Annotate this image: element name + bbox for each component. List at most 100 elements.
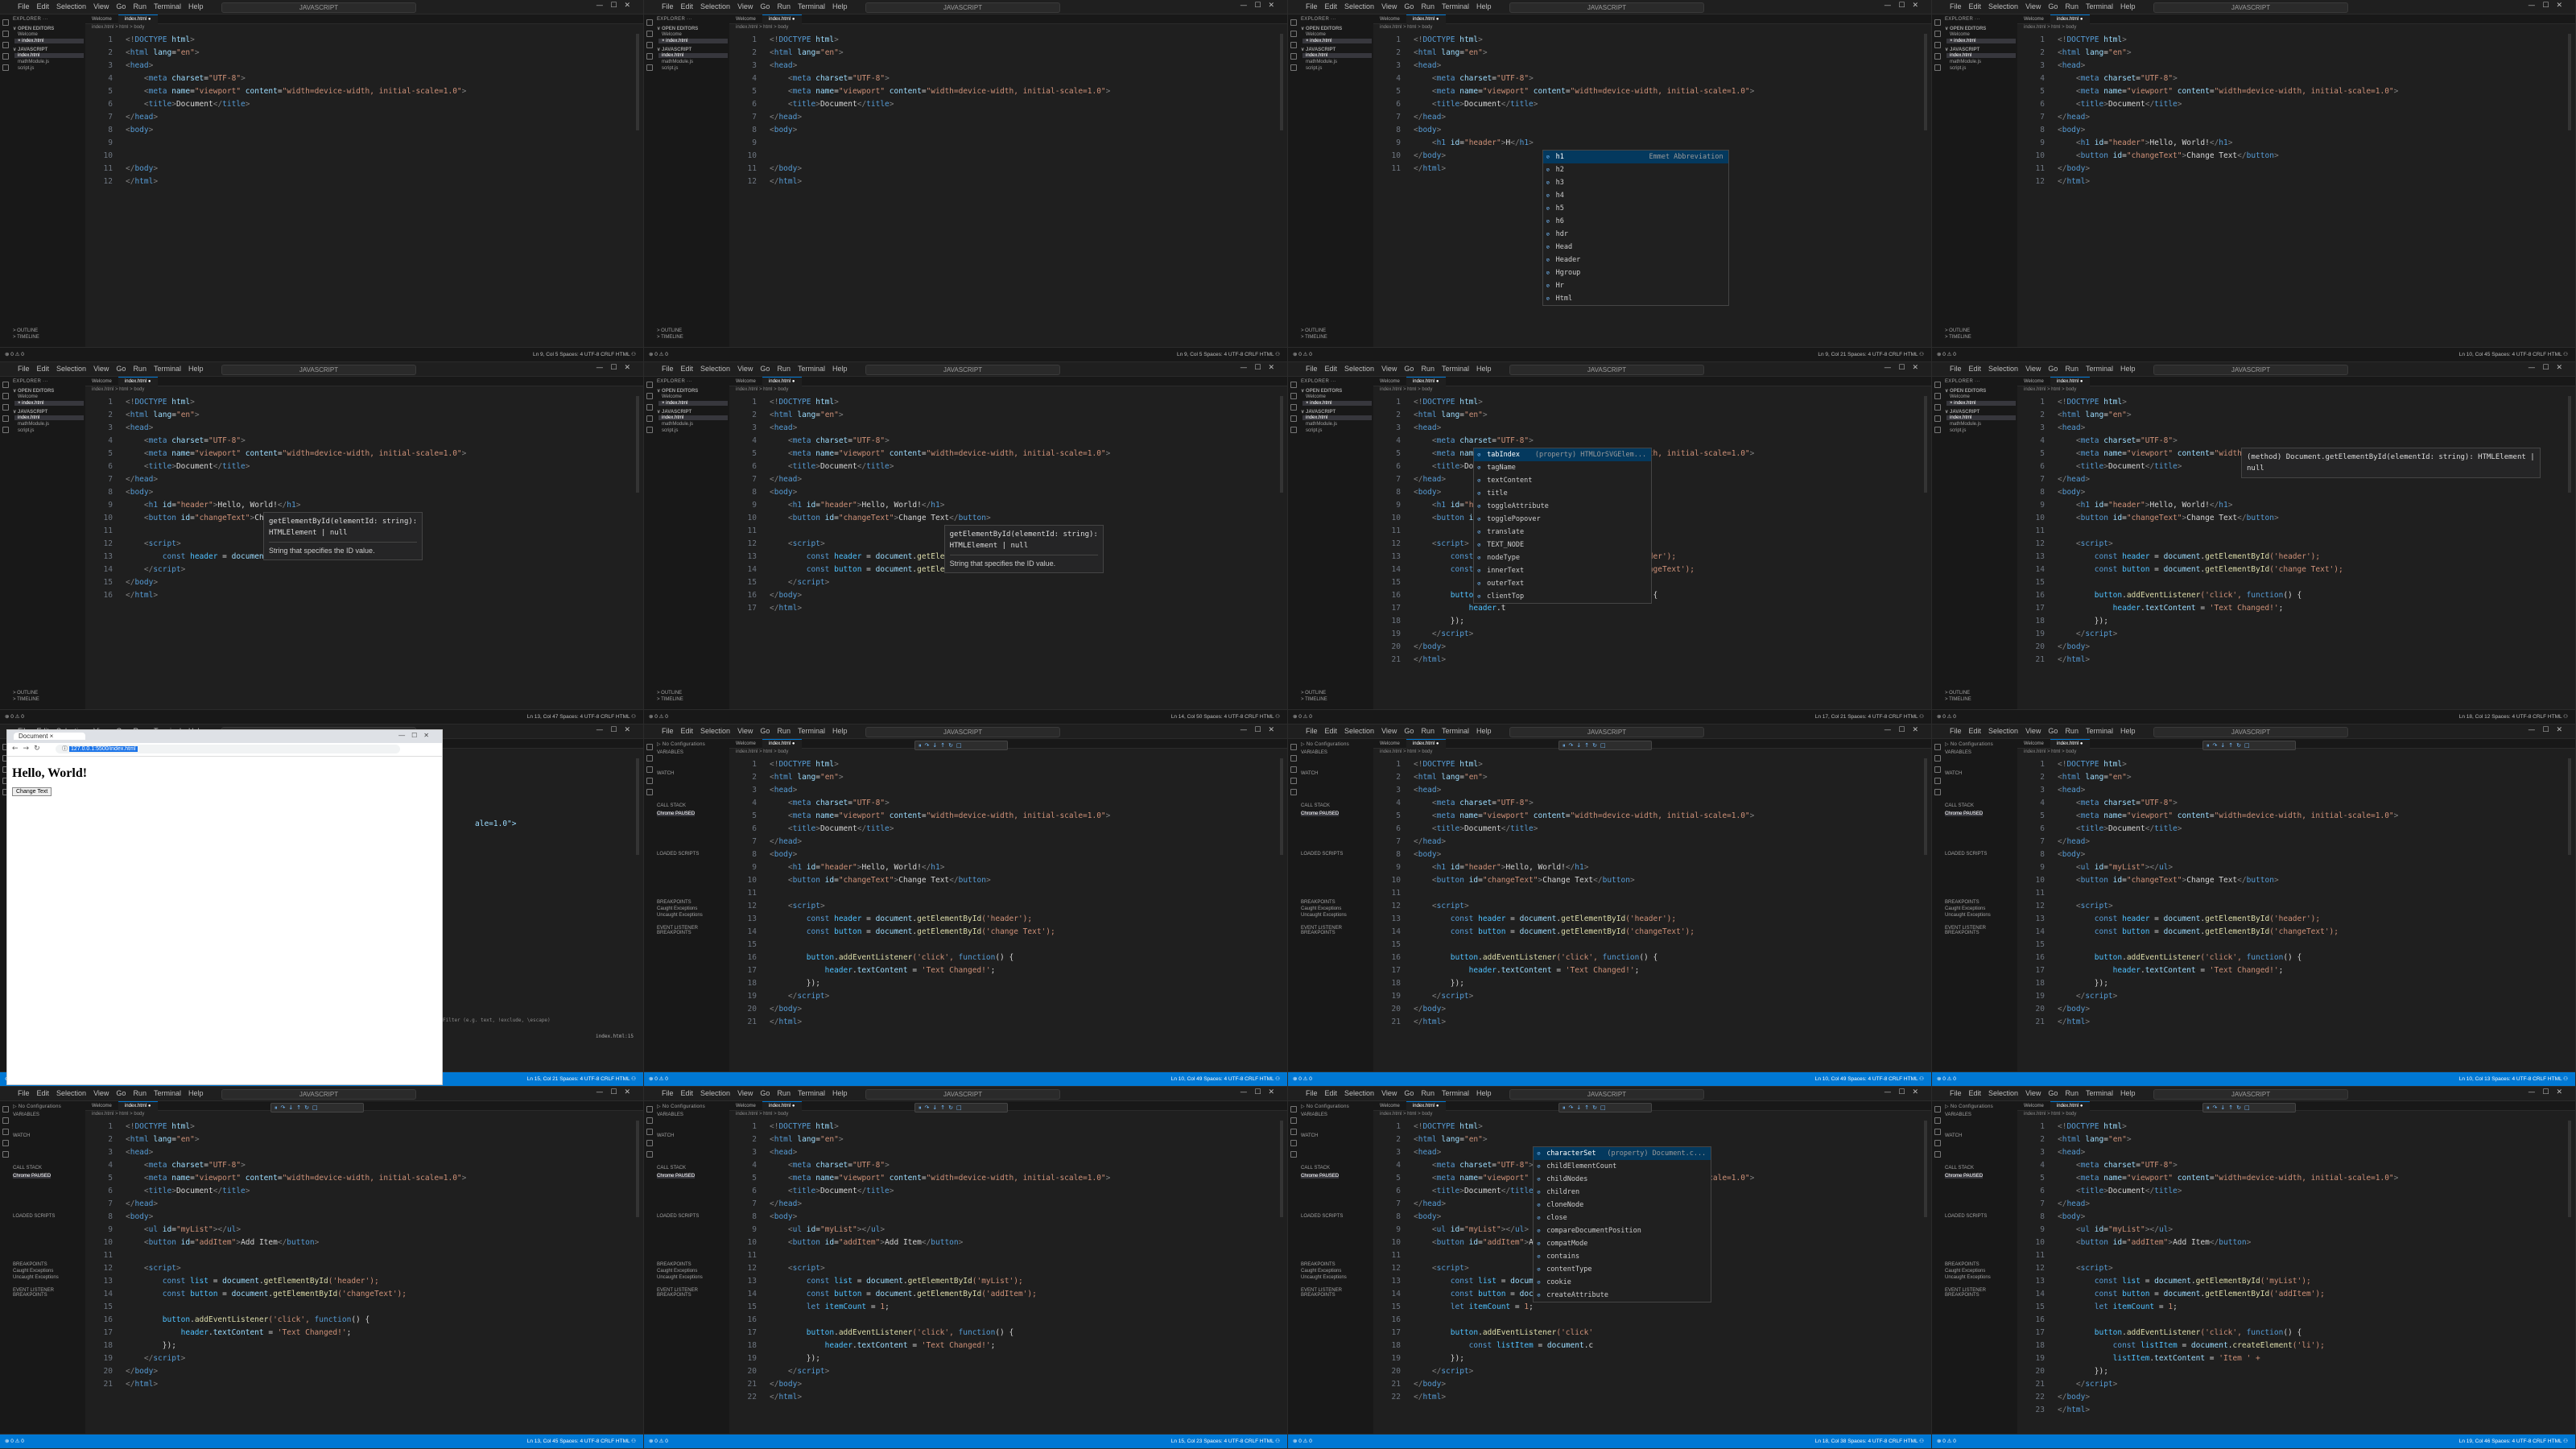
explorer-icon[interactable] xyxy=(646,19,653,26)
menu-item[interactable]: Go xyxy=(1404,365,1414,373)
suggest-item[interactable]: tabIndex(property) HTMLOrSVGElem... xyxy=(1474,448,1652,461)
status-problems[interactable]: ⊗ 0 ⚠ 0 xyxy=(649,1075,668,1082)
timeline-section[interactable]: > TIMELINE xyxy=(1945,335,1971,340)
menu-item[interactable]: Run xyxy=(1421,727,1435,735)
menu-item[interactable]: Help xyxy=(1476,365,1492,373)
debug-config-select[interactable]: ▷ No Configurations xyxy=(13,1104,61,1109)
run-debug-icon[interactable] xyxy=(1934,415,1941,422)
run-debug-icon[interactable] xyxy=(1290,53,1297,60)
scrollbar-slider[interactable] xyxy=(2568,34,2571,130)
menu-item[interactable]: File xyxy=(1950,727,1962,735)
tab-welcome[interactable]: Welcome xyxy=(729,1102,762,1111)
menu-item[interactable]: Edit xyxy=(681,2,694,10)
debug-section-7[interactable]: EVENT LISTENER BREAKPOINTS xyxy=(13,1288,85,1298)
status-problems[interactable]: ⊗ 0 ⚠ 0 xyxy=(1293,351,1312,357)
debug-section-6[interactable]: Uncaught Exceptions xyxy=(1301,1275,1347,1280)
tab-welcome[interactable]: Welcome xyxy=(1373,1102,1406,1111)
window-controls[interactable]: —☐✕ xyxy=(1240,364,1282,372)
scrollbar-slider[interactable] xyxy=(1280,34,1283,130)
status-position[interactable]: Ln 13, Col 45 Spaces: 4 UTF-8 CRLF HTML … xyxy=(527,1438,636,1444)
status-problems[interactable]: ⊗ 0 ⚠ 0 xyxy=(5,713,24,720)
menu-item[interactable]: Edit xyxy=(37,365,50,373)
menu-item[interactable]: Edit xyxy=(681,1089,694,1097)
status-problems[interactable]: ⊗ 0 ⚠ 0 xyxy=(5,1438,24,1444)
explorer-icon[interactable] xyxy=(1290,382,1297,388)
run-debug-icon[interactable] xyxy=(1290,415,1297,422)
status-position[interactable]: Ln 10, Col 49 Spaces: 4 UTF-8 CRLF HTML … xyxy=(1815,1075,1924,1082)
window-controls[interactable]: —☐✕ xyxy=(1884,2,1926,10)
suggest-item[interactable]: compareDocumentPosition xyxy=(1534,1224,1711,1237)
command-center[interactable]: JAVASCRIPT xyxy=(221,1089,416,1100)
status-problems[interactable]: ⊗ 0 ⚠ 0 xyxy=(649,1438,668,1444)
run-debug-icon[interactable] xyxy=(2,1140,9,1146)
folder-section[interactable]: ∨ JAVASCRIPT xyxy=(657,409,691,415)
menu-item[interactable]: File xyxy=(1950,365,1962,373)
debug-toolbar[interactable]: ⏸↷↓↑↻□ xyxy=(2202,741,2296,750)
open-editor-index[interactable]: × index.html xyxy=(14,401,84,406)
status-position[interactable]: Ln 18, Col 12 Spaces: 4 UTF-8 CRLF HTML … xyxy=(2459,713,2568,720)
menu-item[interactable]: Go xyxy=(2048,2,2058,10)
debug-section-5[interactable]: Caught Exceptions xyxy=(1945,906,1985,911)
window-controls[interactable]: —☐✕ xyxy=(1240,2,1282,10)
menu-item[interactable]: View xyxy=(737,2,753,10)
menu-item[interactable]: Help xyxy=(832,727,848,735)
menu-item[interactable]: View xyxy=(93,1089,109,1097)
outline-section[interactable]: > OUTLINE xyxy=(657,328,682,333)
search-icon[interactable] xyxy=(646,31,653,37)
browser-tab[interactable]: Document × xyxy=(14,733,86,740)
suggest-item[interactable]: title xyxy=(1474,487,1651,500)
explorer-icon[interactable] xyxy=(1290,19,1297,26)
folder-section[interactable]: ∨ JAVASCRIPT xyxy=(1945,409,1979,415)
command-center[interactable]: JAVASCRIPT xyxy=(865,365,1060,375)
file-item[interactable]: index.html xyxy=(1302,53,1372,58)
suggest-item[interactable]: Head xyxy=(1543,241,1728,254)
menu-item[interactable]: Help xyxy=(188,2,204,10)
debug-toolbar[interactable]: ⏸↷↓↑↻□ xyxy=(914,1103,1008,1113)
debug-section-2[interactable]: CALL STACK xyxy=(1301,1166,1330,1170)
status-position[interactable]: Ln 19, Col 46 Spaces: 4 UTF-8 CRLF HTML … xyxy=(2459,1438,2568,1444)
run-debug-icon[interactable] xyxy=(2,53,9,60)
open-editors-section[interactable]: ∨ OPEN EDITORS xyxy=(13,26,54,31)
run-debug-icon[interactable] xyxy=(646,778,653,784)
timeline-section[interactable]: > TIMELINE xyxy=(1945,697,1971,702)
suggest-item[interactable]: children xyxy=(1534,1186,1711,1199)
menu-item[interactable]: Go xyxy=(760,365,770,373)
extensions-icon[interactable] xyxy=(2,64,9,71)
menu-item[interactable]: File xyxy=(1306,2,1318,10)
extensions-icon[interactable] xyxy=(1290,789,1297,795)
menu-item[interactable]: View xyxy=(2025,365,2041,373)
menu-item[interactable]: Run xyxy=(1421,365,1435,373)
suggest-widget[interactable]: characterSet(property) Document.c...chil… xyxy=(1533,1146,1712,1302)
menu-item[interactable]: File xyxy=(1306,365,1318,373)
run-debug-icon[interactable] xyxy=(1934,778,1941,784)
change-text-button[interactable]: Change Text xyxy=(12,787,52,796)
debug-section-6[interactable]: Uncaught Exceptions xyxy=(1301,913,1347,918)
open-editors-section[interactable]: ∨ OPEN EDITORS xyxy=(1945,26,1986,31)
breadcrumb[interactable]: index.html > html > body xyxy=(92,387,144,392)
menu-item[interactable]: Help xyxy=(1476,727,1492,735)
command-center[interactable]: JAVASCRIPT xyxy=(2153,365,2348,375)
menu-item[interactable]: Selection xyxy=(700,365,730,373)
status-position[interactable]: Ln 17, Col 21 Spaces: 4 UTF-8 CRLF HTML … xyxy=(1815,713,1924,720)
menu-item[interactable]: Go xyxy=(116,2,126,10)
outline-section[interactable]: > OUTLINE xyxy=(1301,691,1326,696)
menu-item[interactable]: File xyxy=(662,727,674,735)
explorer-icon[interactable] xyxy=(1934,744,1941,750)
debug-section-5[interactable]: Caught Exceptions xyxy=(657,1269,697,1274)
debug-section-3[interactable]: LOADED SCRIPTS xyxy=(1945,852,1987,857)
breadcrumb[interactable]: index.html > html > body xyxy=(736,25,788,30)
debug-section-1[interactable]: WATCH xyxy=(1945,771,1962,776)
tab-index-html[interactable]: index.html ● xyxy=(762,1101,802,1111)
tab-index-html[interactable]: index.html ● xyxy=(2050,739,2090,749)
menu-item[interactable]: File xyxy=(1306,1089,1318,1097)
breadcrumb[interactable]: index.html > html > body xyxy=(1380,749,1432,754)
menu-item[interactable]: Edit xyxy=(1969,365,1982,373)
status-position[interactable]: Ln 10, Col 13 Spaces: 4 UTF-8 CRLF HTML … xyxy=(2459,1075,2568,1082)
tab-index-html[interactable]: index.html ● xyxy=(2050,377,2090,386)
window-controls[interactable]: —☐✕ xyxy=(2528,2,2570,10)
status-position[interactable]: Ln 10, Col 49 Spaces: 4 UTF-8 CRLF HTML … xyxy=(1171,1075,1280,1082)
menu-item[interactable]: Terminal xyxy=(1442,727,1469,735)
tab-index-html[interactable]: index.html ● xyxy=(1406,739,1446,749)
scrollbar-slider[interactable] xyxy=(636,34,639,130)
debug-section-2[interactable]: CALL STACK xyxy=(1301,803,1330,808)
